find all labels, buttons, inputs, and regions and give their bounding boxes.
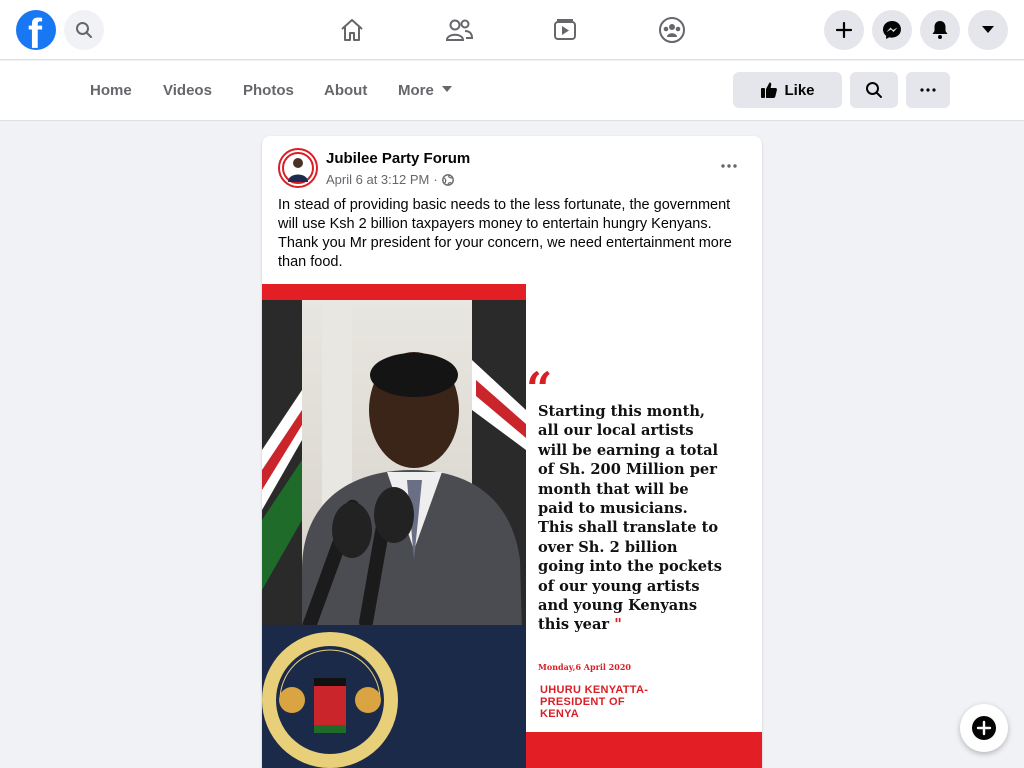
page-search-button[interactable] [850,72,898,108]
quote-date: Monday,6 April 2020 [538,662,631,672]
tab-videos[interactable]: Videos [163,81,212,101]
post-author[interactable]: Jubilee Party Forum [326,150,470,167]
globe-icon [441,173,454,186]
tab-more[interactable]: More [398,81,452,101]
quote-text: Starting this month, all our local artis… [538,402,724,635]
caret-down-icon [441,86,452,93]
like-button-label: Like [784,81,815,99]
page-more-options-button[interactable] [906,72,950,108]
page-navigation-bar: Home Videos Photos About More Like [0,61,1024,121]
notifications-icon [932,21,948,39]
search-icon [866,82,882,98]
profile-picture-icon [281,151,315,185]
more-horizontal-icon [920,88,936,92]
account-menu-button[interactable] [968,10,1008,50]
tab-photos[interactable]: Photos [243,81,294,101]
plus-icon [836,22,852,38]
tab-home[interactable]: Home [90,81,132,101]
groups-tab[interactable] [656,14,688,46]
post-options-button[interactable] [714,152,744,180]
messenger-button[interactable] [872,10,912,50]
post-timestamp[interactable]: April 6 at 3:12 PM [326,172,429,187]
quote-attribution: UHURU KENYATTA- PRESIDENT OF KENYA [540,684,649,720]
notifications-button[interactable] [920,10,960,50]
quote-body: Starting this month, all our local artis… [538,403,722,634]
quote-close: " [614,616,622,634]
search-icon [76,22,92,38]
post-text: In stead of providing basic needs to the… [278,197,732,270]
home-icon [341,19,363,41]
tab-about[interactable]: About [324,81,367,101]
facebook-logo-letter: f [28,10,42,51]
post-card: Jubilee Party Forum April 6 at 3:12 PM ·… [262,136,762,768]
watch-tab[interactable] [549,14,581,46]
friends-icon [445,19,474,41]
groups-icon [659,17,685,43]
friends-tab[interactable] [443,14,475,46]
avatar[interactable] [278,148,318,188]
home-tab[interactable] [336,14,368,46]
search-button[interactable] [64,10,104,50]
facebook-logo[interactable]: f [16,10,56,50]
create-button[interactable] [824,10,864,50]
new-message-button[interactable] [960,704,1008,752]
speaker-illustration [262,300,526,768]
plus-circle-icon [972,716,996,740]
messenger-icon [883,21,901,39]
thumbs-up-icon [761,82,778,98]
chevron-down-icon [982,26,994,33]
photo-of-speaker [262,300,526,768]
post-meta: April 6 at 3:12 PM · [326,172,454,187]
top-navigation-bar: f [0,0,1024,60]
post-image[interactable]: “ Starting this month, all our local art… [262,284,762,768]
watch-icon [554,19,576,40]
meta-separator: · [433,172,438,187]
tab-more-label: More [398,82,434,99]
like-page-button[interactable]: Like [733,72,842,108]
more-horizontal-icon [721,164,737,168]
